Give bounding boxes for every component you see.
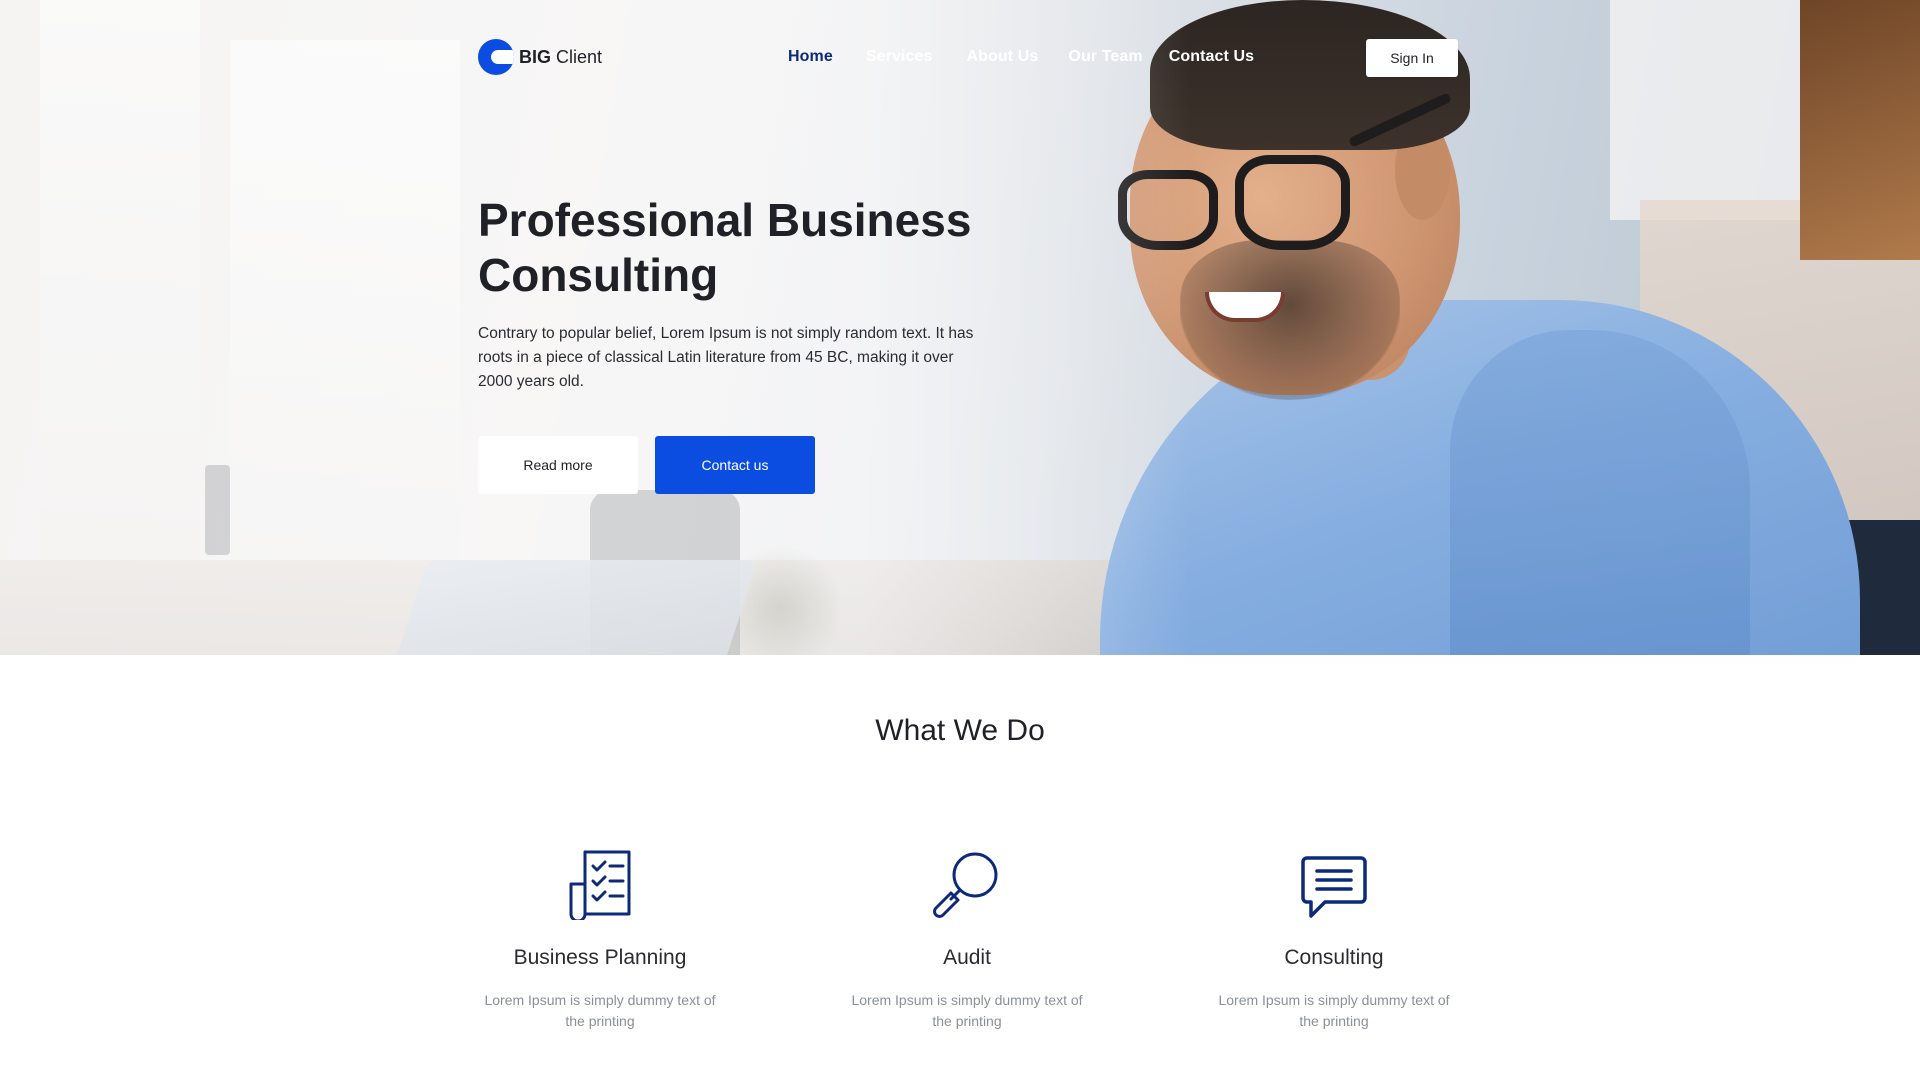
background-wall (1640, 200, 1920, 580)
contact-us-button[interactable]: Contact us (655, 436, 815, 494)
person-shirt-shade (1450, 330, 1750, 655)
background-chair (205, 465, 230, 555)
hero-description: Contrary to popular belief, Lorem Ipsum … (478, 325, 974, 390)
service-card-audit: Audit Lorem Ipsum is simply dummy text o… (837, 840, 1097, 1032)
background-chair (1740, 520, 1920, 655)
service-name: Consulting (1284, 946, 1384, 969)
checklist-icon (470, 840, 730, 920)
site-logo[interactable]: BIG Client (478, 38, 602, 76)
background-plant (720, 540, 840, 655)
sign-in-button[interactable]: Sign In (1366, 39, 1458, 77)
section-title: What We Do (875, 714, 1045, 747)
main-nav: Home Services About Us Our Team Contact … (788, 48, 1287, 66)
background-floor (0, 560, 1920, 655)
logo-bold-text: BIG (519, 46, 552, 67)
logo-light-text: Client (551, 46, 603, 67)
background-window (40, 0, 200, 560)
background-curtain (1800, 0, 1920, 260)
person-glasses (1235, 155, 1350, 250)
nav-item-home[interactable]: Home (788, 48, 833, 66)
service-name: Business Planning (513, 946, 687, 969)
person-neck (1250, 260, 1410, 380)
person-shirt (1100, 300, 1860, 655)
logo-text: BIG Client (519, 47, 602, 68)
service-name: Audit (943, 946, 991, 969)
person-glasses (1348, 92, 1452, 148)
person-smile (1205, 292, 1285, 322)
hero-title: Professional Business Consulting (478, 194, 972, 301)
service-description: Lorem Ipsum is simply dummy text of the … (851, 992, 1083, 1029)
logo-mark-icon (478, 39, 514, 75)
service-card-business-planning: Business Planning Lorem Ipsum is simply … (470, 840, 730, 1032)
nav-item-contact-us[interactable]: Contact Us (1169, 48, 1254, 66)
magnifier-icon (837, 840, 1097, 920)
background-window (230, 40, 460, 580)
person-ear (1395, 120, 1450, 220)
background-laptop (392, 560, 758, 655)
service-description: Lorem Ipsum is simply dummy text of the … (1218, 992, 1450, 1029)
nav-item-services[interactable]: Services (866, 48, 933, 66)
person-beard (1180, 240, 1400, 400)
read-more-button[interactable]: Read more (478, 436, 638, 494)
nav-item-our-team[interactable]: Our Team (1068, 48, 1142, 66)
background-window (1610, 0, 1810, 220)
background-chair (590, 490, 740, 655)
person-glasses (1118, 170, 1218, 250)
nav-item-about-us[interactable]: About Us (967, 48, 1039, 66)
chat-bubble-icon (1204, 840, 1464, 920)
person-head (1130, 35, 1460, 395)
service-description: Lorem Ipsum is simply dummy text of the … (484, 992, 716, 1029)
service-card-consulting: Consulting Lorem Ipsum is simply dummy t… (1204, 840, 1464, 1032)
